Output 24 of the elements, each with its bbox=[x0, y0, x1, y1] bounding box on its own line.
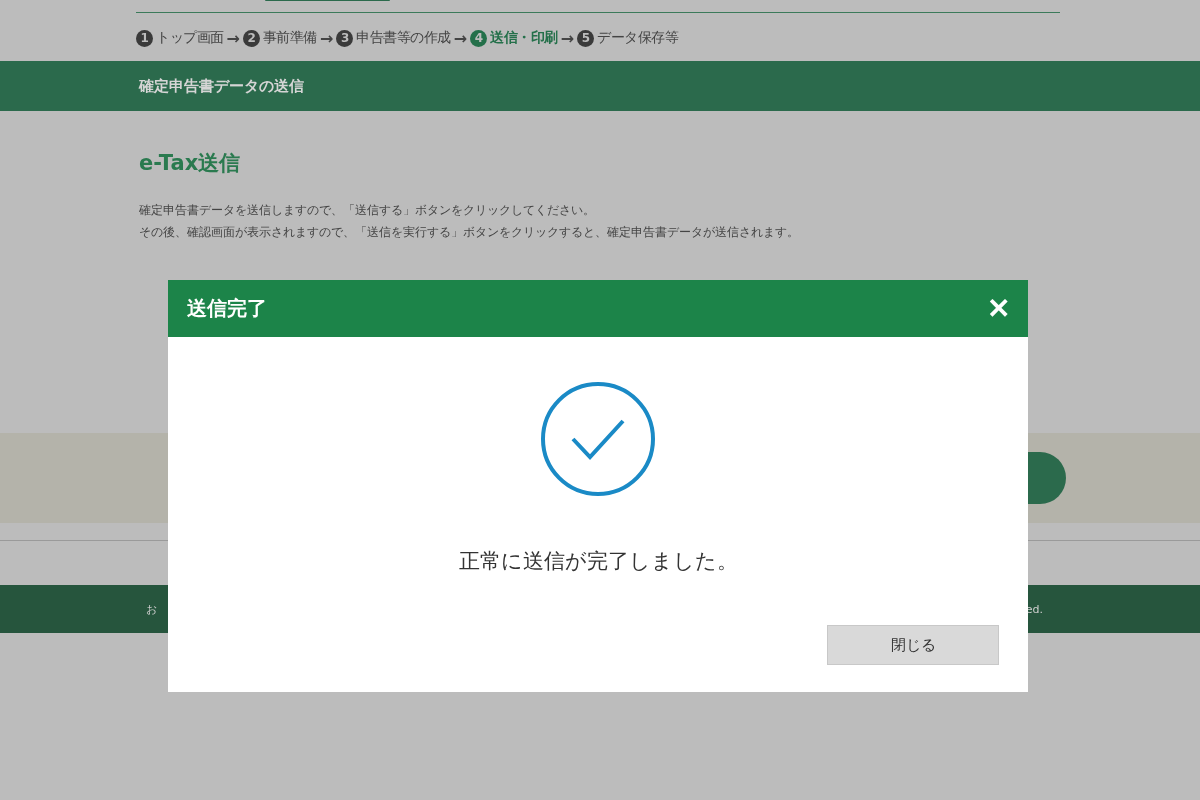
dialog-title: 送信完了 bbox=[187, 295, 267, 322]
step-number: 3 bbox=[336, 29, 354, 47]
check-circle-icon bbox=[540, 381, 656, 497]
step-label: 申告書等の作成 bbox=[356, 29, 451, 47]
step-arrow: → bbox=[226, 28, 240, 48]
instruction-text: その後、確認画面が表示されますので、「送信を実行する」ボタンをクリックすると、確定申告書データが送信されます。 bbox=[139, 224, 800, 241]
step-label: 送信・印刷 bbox=[490, 29, 558, 47]
step-arrow: → bbox=[319, 28, 334, 48]
instruction-text: 確定申告書データを送信しますので、「送信する」ボタンをクリックしてください。 bbox=[139, 202, 596, 219]
step-number: 5 bbox=[577, 29, 595, 47]
step-number: 1 bbox=[136, 29, 153, 47]
step-label: 事前準備 bbox=[262, 29, 317, 47]
close-button[interactable]: ✕ bbox=[987, 294, 1010, 323]
step-label: データ保存等 bbox=[597, 29, 679, 47]
close-dialog-button[interactable]: 閉じる bbox=[827, 625, 999, 665]
step-label: トップ画面 bbox=[156, 29, 224, 47]
footer-text: お bbox=[146, 601, 157, 617]
step-number: 2 bbox=[242, 29, 260, 47]
step-arrow: → bbox=[453, 28, 468, 48]
page-heading: e-Tax送信 bbox=[139, 150, 242, 177]
success-message: 正常に送信が完了しました。 bbox=[458, 548, 738, 575]
section-title: 確定申告書データの送信 bbox=[139, 76, 304, 96]
step-number: 4 bbox=[470, 29, 488, 47]
step-arrow: → bbox=[560, 28, 575, 48]
